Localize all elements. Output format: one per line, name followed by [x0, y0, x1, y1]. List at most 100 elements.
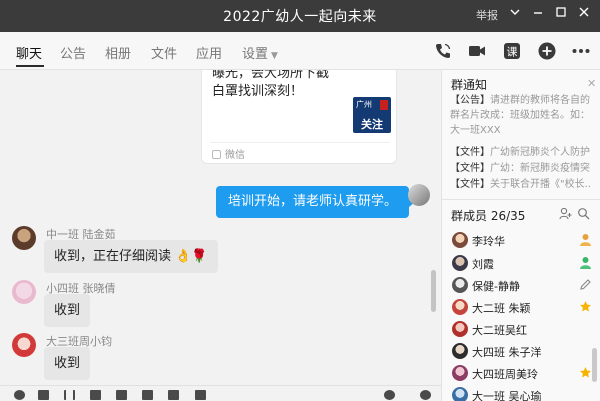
scissors-icon[interactable]: [64, 390, 75, 400]
member-name: 保健-静静: [472, 280, 520, 293]
add-icon[interactable]: [537, 41, 557, 61]
input-toolbar: [0, 385, 441, 401]
chevron-down-icon: ▼: [271, 51, 278, 61]
member-item[interactable]: 大二班吴红: [452, 321, 592, 341]
tab-announcement[interactable]: 公告: [60, 43, 86, 62]
menu-icon[interactable]: [504, 4, 526, 26]
voice-icon[interactable]: [168, 390, 179, 400]
member-item[interactable]: 刘霞: [452, 255, 592, 275]
chat-scrollbar[interactable]: [431, 270, 436, 312]
title-bar: 2022广幼人一起向未来 举报: [0, 0, 600, 32]
maximize-icon[interactable]: [550, 4, 572, 26]
more-tools-icon[interactable]: [195, 390, 206, 400]
shared-article-card[interactable]: 曝光，会大场所下戳白罩找训深刻！ 广州 关注 微信: [201, 70, 397, 164]
avatar: [452, 255, 468, 271]
folder-icon[interactable]: [90, 390, 101, 400]
more-icon[interactable]: [571, 41, 591, 61]
tab-bar: 聊天 公告 相册 文件 应用 设置 ▼ 课: [0, 32, 600, 70]
notice-text: 关于联合开播《"校长...: [490, 179, 590, 190]
active-tab-indicator: [16, 65, 44, 67]
avatar: [452, 277, 468, 293]
member-name: 刘霞: [472, 258, 494, 271]
card-divider: [210, 142, 390, 143]
member-name: 李玲华: [472, 235, 505, 248]
tab-apps[interactable]: 应用: [196, 43, 222, 62]
member-item[interactable]: 李玲华: [452, 232, 592, 252]
member-item[interactable]: 保健-静静: [452, 277, 592, 297]
shared-article-text: 曝光，会大场所下戳白罩找训深刻！: [212, 70, 330, 99]
notice-tag: 【文件】: [450, 147, 490, 158]
gif-icon[interactable]: [38, 390, 49, 400]
follow-label: 关注: [361, 118, 383, 131]
notice-tag: 【公告】: [450, 95, 490, 106]
course-icon-label: 课: [507, 46, 518, 59]
avatar: [452, 232, 468, 248]
avatar[interactable]: [12, 333, 36, 357]
message-bubble[interactable]: 收到，正在仔细阅读 👌🌹: [44, 240, 218, 273]
account-logo: 广州 关注: [353, 97, 391, 133]
phone-icon[interactable]: [433, 41, 453, 61]
member-name: 大一班 吴心瑜: [472, 390, 542, 401]
avatar[interactable]: [12, 280, 36, 304]
member-name: 大二班 朱颖: [472, 302, 531, 315]
notice-item[interactable]: 【文件】关于联合开播《"校长...: [450, 177, 590, 192]
video-icon[interactable]: [467, 41, 487, 61]
card-source-label: 微信: [225, 150, 245, 161]
close-icon[interactable]: ✕: [587, 77, 596, 90]
account-logo-text: 广州: [356, 100, 372, 109]
notice-tag: 【文件】: [450, 179, 490, 190]
screenshot-icon[interactable]: [116, 390, 127, 400]
tab-settings-label: 设置: [242, 47, 269, 62]
member-list-scrollbar[interactable]: [592, 348, 597, 382]
message-text: 收到，正在仔细阅读: [54, 249, 172, 264]
avatar: [452, 387, 468, 401]
chat-area[interactable]: 曝光，会大场所下戳白罩找训深刻！ 广州 关注 微信 培训开始，请老师认真研学。 …: [0, 70, 441, 385]
search-icon[interactable]: [577, 207, 590, 223]
member-name: 大四班 朱子洋: [472, 346, 542, 359]
notice-text: 广幼：新冠肺炎疫情突...: [490, 163, 590, 174]
my-avatar[interactable]: [408, 184, 430, 206]
member-name: 大二班吴红: [472, 324, 527, 337]
notice-item[interactable]: 【文件】广幼：新冠肺炎疫情突...: [450, 161, 590, 176]
panel-divider: [442, 199, 600, 200]
member-name: 大四班周美玲: [472, 368, 538, 381]
add-member-icon[interactable]: [559, 207, 572, 223]
close-icon[interactable]: [573, 4, 595, 26]
avatar: [452, 321, 468, 337]
course-icon[interactable]: 课: [502, 41, 522, 61]
member-item[interactable]: 大一班 吴心瑜: [452, 387, 592, 401]
image-icon[interactable]: [142, 390, 153, 400]
member-item[interactable]: 大二班 朱颖: [452, 299, 592, 319]
history-icon[interactable]: [384, 390, 395, 400]
tab-chat[interactable]: 聊天: [16, 43, 42, 62]
edit-icon[interactable]: [579, 278, 592, 291]
member-item[interactable]: 大四班 朱子洋: [452, 343, 592, 363]
tab-settings[interactable]: 设置 ▼: [242, 43, 278, 62]
notice-title: 群通知: [451, 78, 488, 92]
report-button[interactable]: 举报: [476, 7, 498, 23]
notice-item[interactable]: 【公告】请进群的教师将各自的群名片改成：班级加姓名。如：大一班XXX: [450, 93, 590, 139]
my-message-bubble[interactable]: 培训开始，请老师认真研学。: [216, 186, 416, 218]
star-icon: [579, 300, 592, 313]
wechat-icon: [212, 150, 221, 159]
clock-icon[interactable]: [420, 390, 431, 400]
member-count-title: 群成员 26/35: [451, 209, 526, 223]
member-item[interactable]: 大四班周美玲: [452, 365, 592, 385]
notice-item[interactable]: 【文件】广幼新冠肺炎个人防护...: [450, 145, 590, 160]
tab-album[interactable]: 相册: [105, 43, 131, 62]
message-bubble[interactable]: 收到: [44, 294, 91, 327]
seal-icon: [380, 100, 388, 110]
emoji-icon[interactable]: [14, 390, 25, 400]
avatar: [452, 365, 468, 381]
admin-icon: [579, 256, 592, 269]
card-source: 微信: [212, 146, 245, 161]
tab-files[interactable]: 文件: [151, 43, 177, 62]
owner-icon: [579, 233, 592, 246]
group-info-panel: 群通知 ✕ 【公告】请进群的教师将各自的群名片改成：班级加姓名。如：大一班XXX…: [441, 70, 600, 401]
avatar[interactable]: [12, 226, 36, 250]
minimize-icon[interactable]: [527, 4, 549, 26]
notice-text: 广幼新冠肺炎个人防护...: [490, 147, 590, 158]
avatar: [452, 343, 468, 359]
message-bubble[interactable]: 收到: [44, 347, 91, 380]
star-icon: [579, 366, 592, 379]
